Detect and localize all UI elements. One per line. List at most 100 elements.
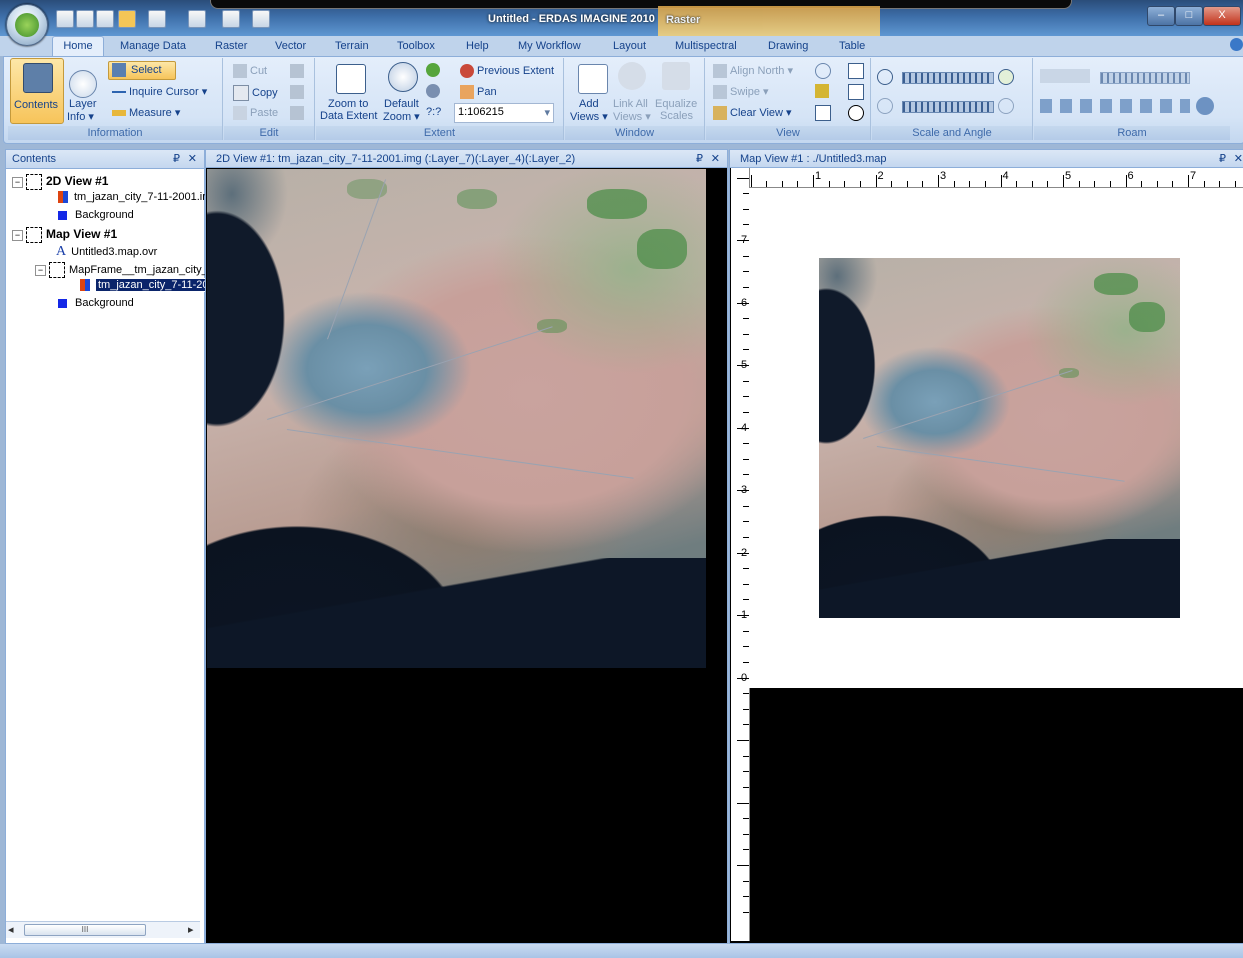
tree-item-background[interactable]: Background bbox=[58, 209, 134, 221]
close-icon[interactable]: ✕ bbox=[1234, 150, 1243, 168]
clipboard-icon[interactable] bbox=[290, 106, 304, 120]
pan-button[interactable]: Pan bbox=[460, 85, 497, 99]
layer-info-label-2[interactable]: Info ▾ bbox=[67, 110, 94, 123]
add-views-icon[interactable] bbox=[578, 64, 608, 94]
scale-dropdown-icon[interactable]: ▾ bbox=[544, 106, 550, 119]
swipe-button[interactable]: Swipe ▾ bbox=[713, 85, 769, 100]
pin-icon[interactable]: ₽ bbox=[696, 150, 703, 168]
tab-raster[interactable]: Raster bbox=[215, 38, 247, 56]
tab-drawing[interactable]: Drawing bbox=[768, 38, 808, 56]
paste-button[interactable]: Paste bbox=[233, 106, 278, 120]
undo-icon[interactable] bbox=[96, 10, 114, 28]
tab-help[interactable]: Help bbox=[466, 38, 489, 56]
contents-button[interactable]: Contents bbox=[10, 58, 64, 124]
tab-terrain[interactable]: Terrain bbox=[335, 38, 369, 56]
cut-button[interactable]: Cut bbox=[233, 64, 267, 78]
view-2d-pane[interactable]: 2D View #1: tm_jazan_city_7-11-2001.img … bbox=[205, 149, 728, 944]
delete-icon[interactable] bbox=[290, 64, 304, 78]
pin-icon[interactable]: ₽ bbox=[1219, 150, 1226, 168]
open-icon[interactable] bbox=[56, 10, 74, 28]
tab-manage-data[interactable]: Manage Data bbox=[120, 38, 186, 56]
roam-mode-icon[interactable] bbox=[1040, 69, 1090, 83]
link-all-label-2[interactable]: Views ▾ bbox=[613, 110, 651, 123]
clear-view-button[interactable]: Clear View ▾ bbox=[713, 106, 792, 121]
zoom-out-icon[interactable] bbox=[188, 10, 206, 28]
frame-icon[interactable] bbox=[848, 84, 864, 100]
tree-item-annotation[interactable]: A Untitled3.map.ovr bbox=[56, 244, 157, 260]
application-menu-button[interactable] bbox=[6, 4, 48, 46]
scale-input[interactable]: 1:106215 ▾ bbox=[454, 103, 554, 123]
zoom-minus-icon[interactable] bbox=[877, 69, 893, 85]
rotate-left-icon[interactable] bbox=[877, 98, 893, 114]
tab-vector[interactable]: Vector bbox=[275, 38, 306, 56]
roam-playback-controls[interactable] bbox=[1040, 99, 1190, 113]
north-symbol-icon[interactable] bbox=[848, 105, 864, 121]
zoom-plus-icon[interactable] bbox=[998, 69, 1014, 85]
align-north-button[interactable]: Align North ▾ bbox=[713, 64, 793, 79]
scale-slider[interactable] bbox=[902, 72, 994, 84]
collapse-icon[interactable]: − bbox=[35, 264, 46, 276]
save-icon[interactable] bbox=[76, 10, 94, 28]
tree-item-background[interactable]: Background bbox=[58, 297, 134, 309]
default-zoom-icon[interactable] bbox=[388, 62, 418, 92]
target-icon[interactable] bbox=[848, 63, 864, 79]
copy-button[interactable]: Copy bbox=[233, 85, 278, 101]
inquire-cursor-button[interactable]: Inquire Cursor ▾ bbox=[112, 85, 207, 98]
contents-horizontal-scrollbar[interactable]: ◂ III ▸ bbox=[6, 921, 200, 938]
previous-extent-button[interactable]: Previous Extent bbox=[460, 64, 554, 78]
tree-item-raster-layer[interactable]: tm_jazan_city_7-11-2001.ir bbox=[58, 191, 206, 204]
collapse-icon[interactable]: − bbox=[12, 176, 23, 188]
scroll-left-icon[interactable]: ◂ bbox=[8, 923, 14, 936]
layer-info-label-1[interactable]: Layer bbox=[69, 98, 97, 110]
rectangle-icon[interactable] bbox=[815, 105, 831, 121]
maximize-button[interactable]: □ bbox=[1175, 6, 1203, 26]
roam-speed-slider[interactable] bbox=[1100, 72, 1190, 84]
select-button[interactable]: Select bbox=[108, 61, 176, 80]
grid-ruler-icon[interactable] bbox=[815, 84, 829, 98]
close-icon[interactable]: ✕ bbox=[711, 150, 720, 168]
minimize-button[interactable]: – bbox=[1147, 6, 1175, 26]
roam-options-icon[interactable] bbox=[1196, 97, 1214, 115]
tab-my-workflow[interactable]: My Workflow bbox=[518, 38, 581, 56]
info-icon[interactable] bbox=[69, 70, 97, 98]
default-zoom-label-2[interactable]: Zoom ▾ bbox=[383, 110, 420, 123]
paste-special-icon[interactable] bbox=[290, 85, 304, 99]
equalize-label-1[interactable]: Equalize bbox=[655, 98, 697, 110]
equalize-label-2[interactable]: Scales bbox=[660, 110, 693, 122]
select-tool-icon[interactable] bbox=[118, 10, 136, 28]
scroll-right-icon[interactable]: ▸ bbox=[188, 923, 194, 936]
close-button[interactable]: X bbox=[1203, 6, 1241, 26]
tree-item-map-view[interactable]: − Map View #1 bbox=[12, 227, 117, 244]
default-zoom-label-1[interactable]: Default bbox=[384, 98, 419, 110]
tree-item-frame-layer[interactable]: tm_jazan_city_7-11-20 bbox=[80, 278, 212, 292]
link-views-icon[interactable] bbox=[618, 62, 646, 90]
magnifier-icon[interactable] bbox=[815, 63, 831, 79]
tab-table[interactable]: Table bbox=[839, 38, 865, 56]
zoom-in-icon[interactable] bbox=[148, 10, 166, 28]
zoom-to-label-1[interactable]: Zoom to bbox=[328, 98, 368, 110]
rotate-right-icon[interactable] bbox=[998, 98, 1014, 114]
zoom-out-icon[interactable] bbox=[426, 84, 440, 98]
map-frame-image[interactable] bbox=[819, 258, 1180, 618]
tab-toolbox[interactable]: Toolbox bbox=[397, 38, 435, 56]
collapse-icon[interactable]: − bbox=[12, 229, 23, 241]
tree-item-2d-view[interactable]: − 2D View #1 bbox=[12, 174, 108, 191]
add-views-label-2[interactable]: Views ▾ bbox=[570, 110, 608, 123]
scales-icon[interactable] bbox=[662, 62, 690, 90]
zoom-to-label-2[interactable]: Data Extent bbox=[320, 110, 377, 122]
zoom-in-icon[interactable] bbox=[426, 63, 440, 77]
eraser-icon[interactable] bbox=[222, 10, 240, 28]
measure-button[interactable]: Measure ▾ bbox=[112, 106, 180, 119]
satellite-image[interactable] bbox=[207, 169, 706, 668]
link-all-label-1[interactable]: Link All bbox=[613, 98, 648, 110]
close-icon[interactable]: ✕ bbox=[188, 150, 197, 168]
scroll-thumb[interactable]: III bbox=[24, 924, 146, 936]
add-views-label-1[interactable]: Add bbox=[579, 98, 599, 110]
tree-item-mapframe[interactable]: − MapFrame__tm_jazan_city_ bbox=[35, 262, 208, 278]
tab-layout[interactable]: Layout bbox=[613, 38, 646, 56]
angle-slider[interactable] bbox=[902, 101, 994, 113]
window-icon[interactable] bbox=[252, 10, 270, 28]
pin-icon[interactable]: ₽ bbox=[173, 150, 180, 168]
zoom-to-extent-icon[interactable] bbox=[336, 64, 366, 94]
tab-home[interactable]: Home bbox=[52, 36, 104, 57]
